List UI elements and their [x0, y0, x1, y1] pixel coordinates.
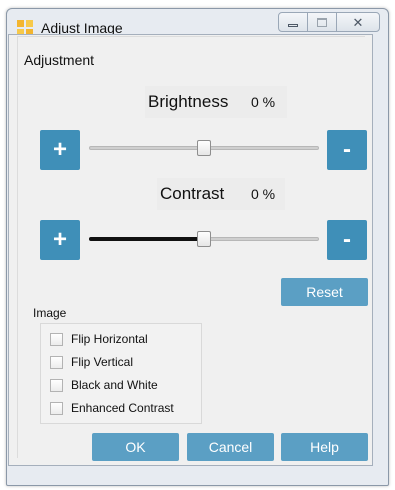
maximize-button[interactable] — [307, 12, 337, 32]
minimize-icon — [288, 23, 298, 27]
help-button[interactable]: Help — [281, 433, 368, 461]
flip-horizontal-checkbox[interactable] — [50, 332, 63, 346]
caption-buttons: ✕ — [278, 12, 380, 32]
black-and-white-label: Black and White — [71, 378, 158, 392]
flip-vertical-label: Flip Vertical — [71, 355, 134, 369]
minus-icon: - — [343, 226, 351, 253]
black-and-white-checkbox[interactable] — [50, 378, 63, 392]
flip-vertical-checkbox[interactable] — [50, 355, 63, 369]
contrast-slider-thumb[interactable] — [197, 231, 211, 247]
black-and-white-option[interactable]: Black and White — [50, 376, 158, 394]
flip-horizontal-label: Flip Horizontal — [71, 332, 148, 346]
ok-button[interactable]: OK — [92, 433, 179, 461]
enhanced-contrast-label: Enhanced Contrast — [71, 401, 174, 415]
brightness-increase-button[interactable]: + — [40, 130, 80, 170]
maximize-icon — [317, 17, 327, 27]
contrast-increase-button[interactable]: + — [40, 220, 80, 260]
contrast-decrease-button[interactable]: - — [327, 220, 367, 260]
enhanced-contrast-option[interactable]: Enhanced Contrast — [50, 399, 174, 417]
image-group-label: Image — [33, 306, 67, 320]
plus-icon: + — [52, 136, 67, 163]
brightness-decrease-button[interactable]: - — [327, 130, 367, 170]
minus-icon: - — [343, 136, 351, 163]
flip-horizontal-option[interactable]: Flip Horizontal — [50, 330, 148, 348]
contrast-value: 0 % — [251, 186, 276, 202]
contrast-slider-fill — [89, 237, 206, 241]
image-options-group: Flip Horizontal Flip Vertical Black and … — [40, 323, 202, 424]
flip-vertical-option[interactable]: Flip Vertical — [50, 353, 133, 371]
brightness-label: Brightness — [148, 92, 229, 111]
plus-icon: + — [52, 226, 67, 253]
cancel-button[interactable]: Cancel — [187, 433, 274, 461]
brightness-slider-thumb[interactable] — [197, 140, 211, 156]
enhanced-contrast-checkbox[interactable] — [50, 401, 63, 415]
minimize-button[interactable] — [278, 12, 308, 32]
close-icon: ✕ — [352, 14, 364, 30]
contrast-label: Contrast — [160, 184, 225, 203]
brightness-value: 0 % — [251, 94, 276, 110]
close-button[interactable]: ✕ — [336, 12, 380, 32]
reset-button[interactable]: Reset — [281, 278, 368, 306]
